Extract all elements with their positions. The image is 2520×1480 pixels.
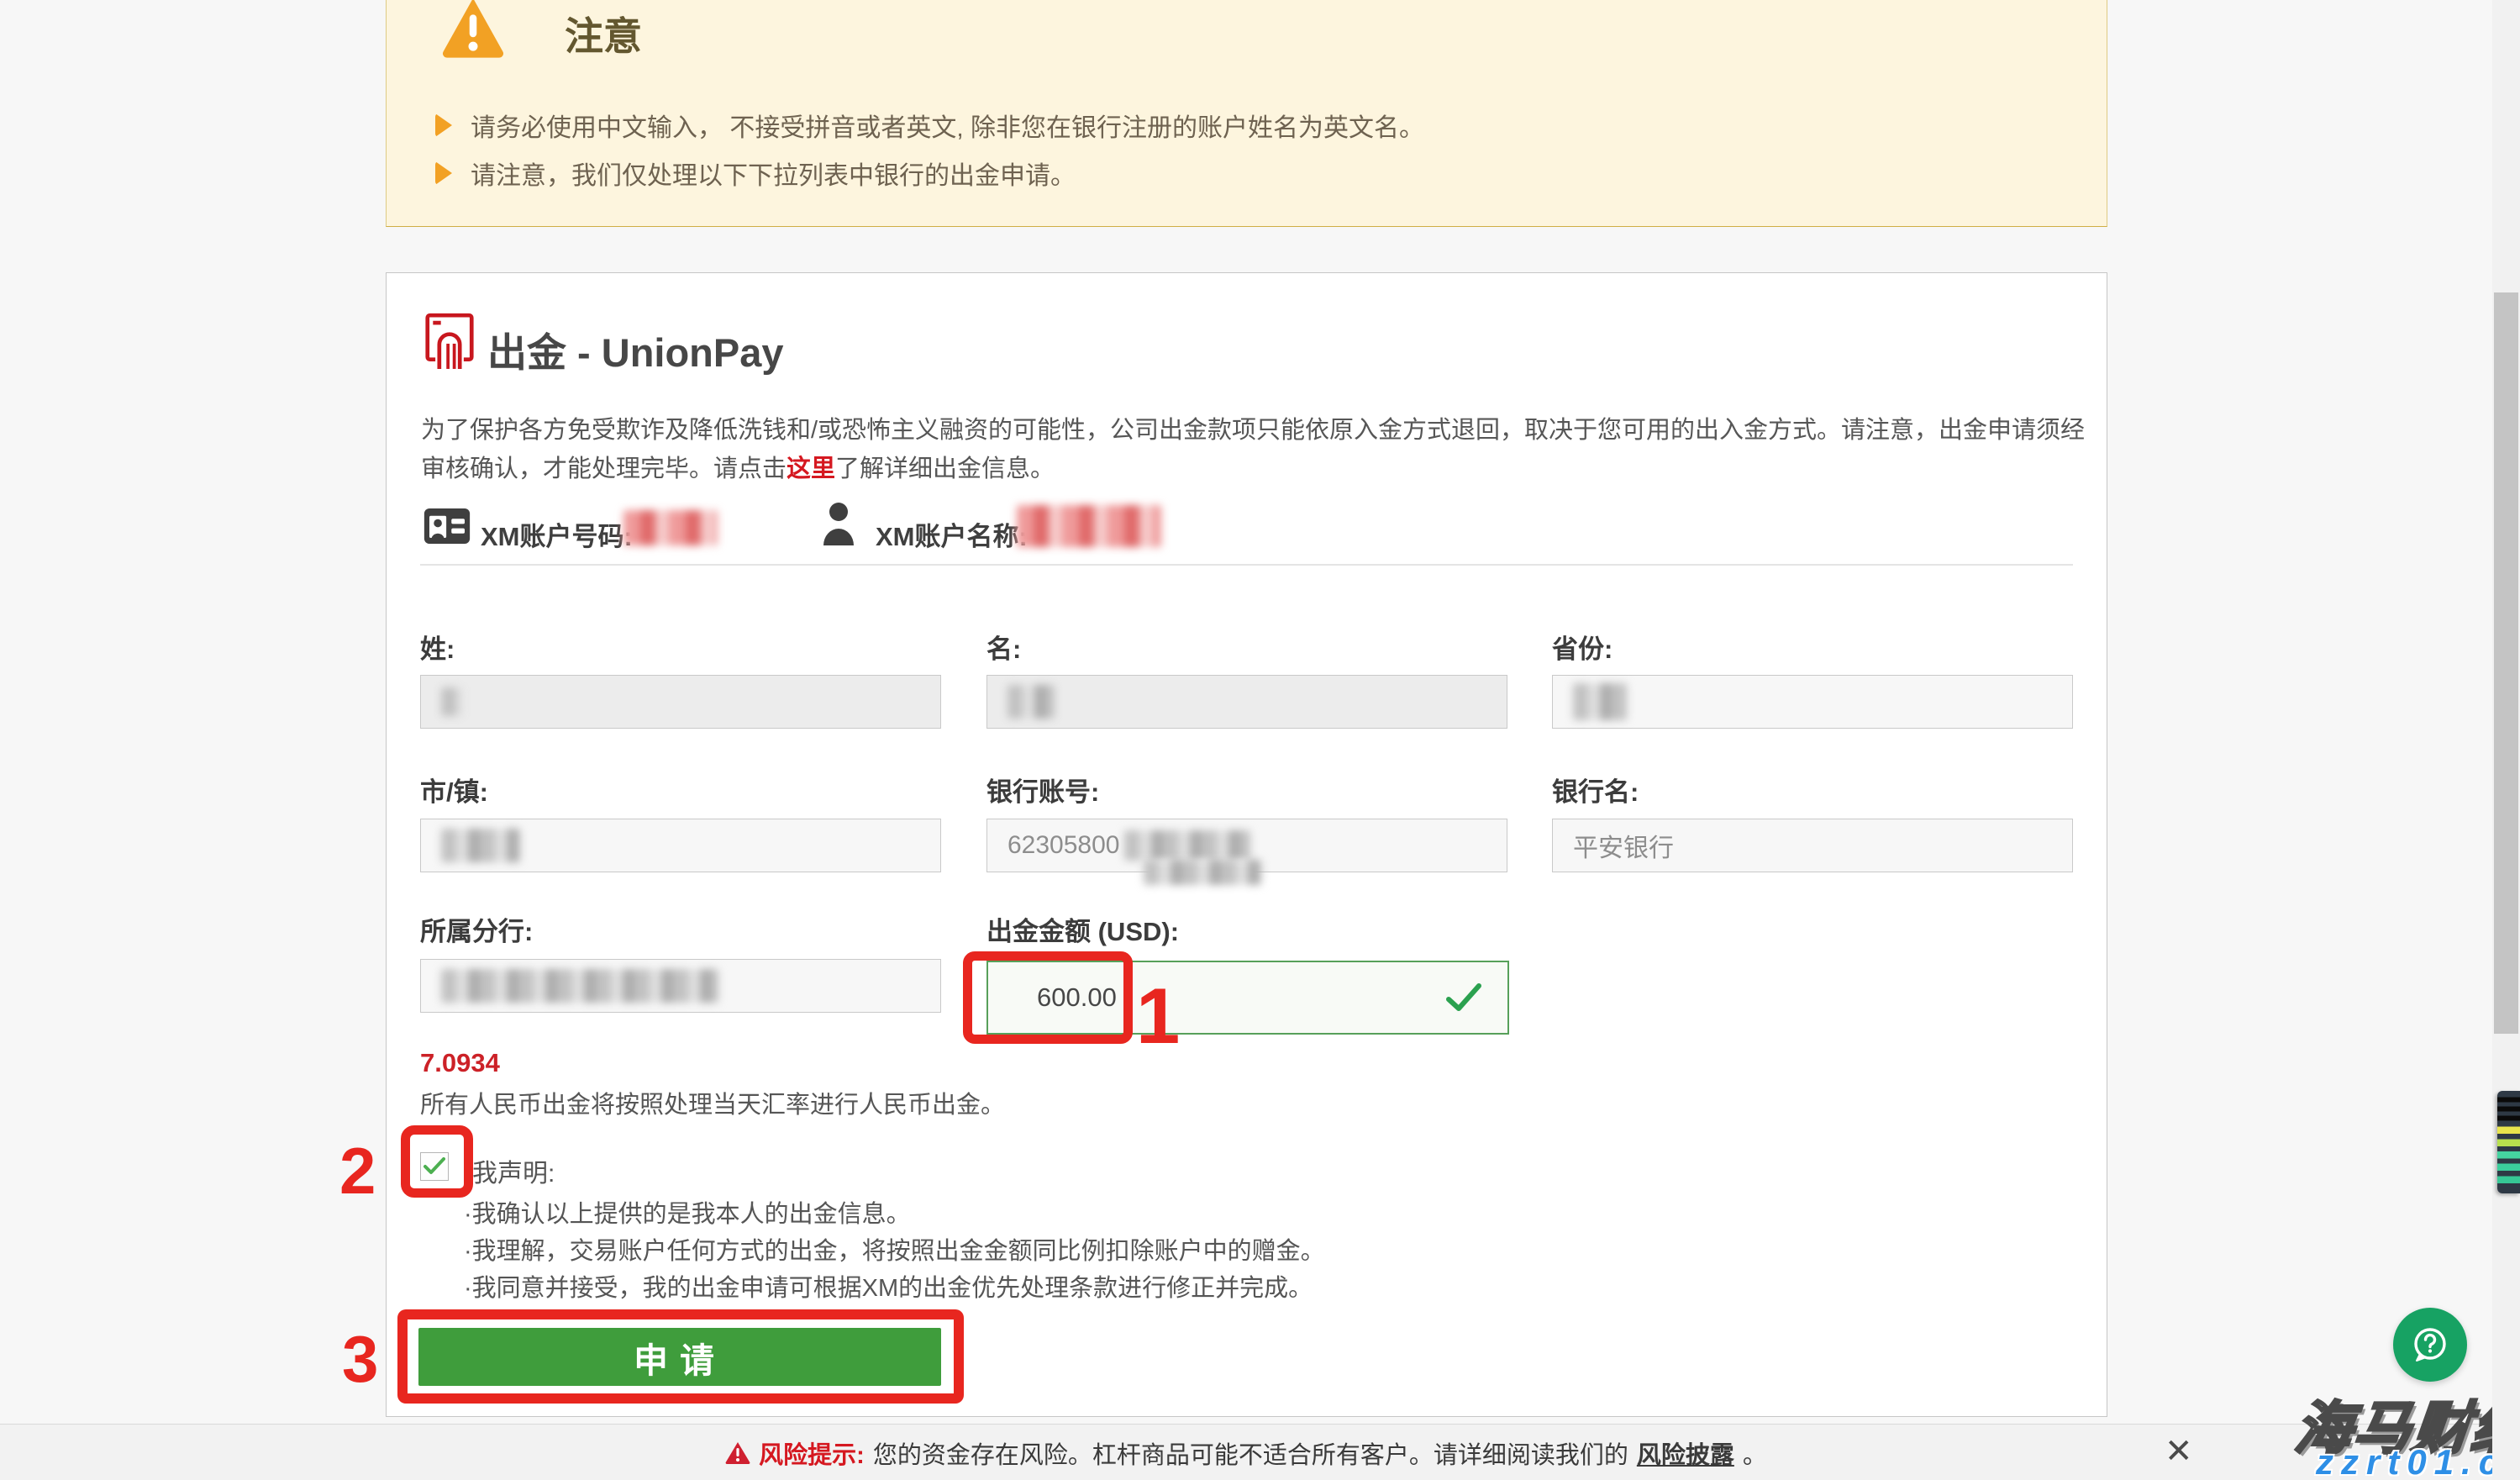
branch-redacted: [441, 969, 718, 1003]
first-name-field[interactable]: [986, 675, 1507, 729]
page-title: 出金 - UnionPay: [487, 320, 784, 378]
risk-bar-close-icon[interactable]: ✕: [2165, 1430, 2193, 1472]
account-name-redacted: [1017, 505, 1161, 547]
city-label: 市/镇:: [420, 771, 488, 808]
help-bubble-icon: [2408, 1323, 2452, 1367]
scrollbar-thumb[interactable]: [2494, 292, 2518, 1034]
annotation-number-1: 1: [1136, 977, 1180, 1056]
risk-suffix: 。: [1743, 1435, 1767, 1471]
city-redacted: [441, 829, 520, 862]
id-card-icon: [424, 507, 471, 545]
notice-box: 注意 请务必使用中文输入， 不接受拼音或者英文, 除非您在银行注册的账户姓名为英…: [386, 0, 2107, 227]
warning-triangle-icon: [440, 0, 506, 60]
risk-disclosure-link[interactable]: 风险披露: [1637, 1435, 1734, 1471]
notice-item: 请注意，我们仅处理以下下拉列表中银行的出金申请。: [435, 156, 1076, 190]
branch-label: 所属分行:: [420, 910, 533, 948]
annotation-box-amount: [963, 951, 1133, 1044]
divider: [420, 564, 2073, 566]
annotation-number-2: 2: [339, 1138, 376, 1203]
bank-name-field[interactable]: 平安银行: [1552, 819, 2073, 872]
account-name-label: XM账户名称:: [876, 515, 1028, 553]
details-link[interactable]: 这里: [787, 456, 835, 482]
bank-account-visible-digits: 62305800: [1007, 831, 1119, 860]
risk-text: 您的资金存在风险。杠杆商品可能不适合所有客户。请详细阅读我们的: [873, 1435, 1628, 1471]
last-name-redacted: [441, 687, 463, 716]
declaration-item: ·我理解，交易账户任何方式的出金，将按照出金金额同比例扣除账户中的赠金。: [464, 1231, 1325, 1267]
withdrawal-description: 为了保护各方免受欺诈及降低洗钱和/或恐怖主义融资的可能性，公司出金款项只能依原入…: [421, 411, 2106, 488]
bank-name-value: 平安银行: [1573, 827, 1674, 864]
exchange-rate-note: 所有人民币出金将按照处理当天汇率进行人民币出金。: [420, 1085, 1005, 1120]
help-button[interactable]: [2393, 1308, 2467, 1382]
watermark-url: zzrt01.cn: [2316, 1442, 2520, 1480]
valid-check-icon: [1445, 982, 1482, 1013]
province-field[interactable]: [1552, 675, 2073, 729]
bank-account-field[interactable]: 62305800: [986, 819, 1507, 872]
exchange-rate-value: 7.0934: [420, 1048, 500, 1078]
notice-item-text: 请务必使用中文输入， 不接受拼音或者英文, 除非您在银行注册的账户姓名为英文名。: [471, 107, 1424, 144]
bank-account-redacted-line2: [1144, 860, 1261, 885]
annotation-number-3: 3: [342, 1326, 378, 1392]
notice-item-text: 请注意，我们仅处理以下下拉列表中银行的出金申请。: [471, 155, 1076, 192]
account-number-label: XM账户号码:: [481, 515, 633, 553]
province-redacted: [1573, 683, 1627, 720]
browser-side-widget[interactable]: [2497, 1091, 2520, 1193]
first-name-label: 名:: [986, 628, 1021, 666]
province-label: 省份:: [1552, 628, 1612, 666]
last-name-field[interactable]: [420, 675, 941, 729]
notice-item: 请务必使用中文输入， 不接受拼音或者英文, 除非您在银行注册的账户姓名为英文名。: [435, 108, 1424, 142]
description-text: 为了保护各方免受欺诈及降低洗钱和/或恐怖主义融资的可能性，公司出金款项只能依原入…: [421, 417, 2085, 482]
bullet-arrow-icon: [435, 161, 452, 185]
notice-title: 注意: [565, 6, 642, 61]
bank-account-redacted: [1124, 830, 1250, 861]
withdrawal-page: 注意 请务必使用中文输入， 不接受拼音或者英文, 除非您在银行注册的账户姓名为英…: [0, 0, 2520, 1480]
annotation-box-checkbox: [401, 1125, 473, 1198]
amount-label: 出金金额 (USD):: [986, 910, 1179, 948]
bank-name-label: 银行名:: [1552, 771, 1639, 808]
city-field[interactable]: [420, 819, 941, 872]
branch-field[interactable]: [420, 959, 941, 1013]
risk-warning-bar: 风险提示: 您的资金存在风险。杠杆商品可能不适合所有客户。请详细阅读我们的风险披…: [0, 1424, 2492, 1480]
bullet-arrow-icon: [435, 113, 452, 137]
bank-account-label: 银行账号:: [986, 771, 1099, 808]
declaration-item: ·我确认以上提供的是我本人的出金信息。: [464, 1194, 911, 1230]
risk-prefix: 风险提示:: [759, 1435, 865, 1471]
annotation-box-apply: [397, 1309, 964, 1404]
description-text: 了解详细出金信息。: [835, 456, 1055, 482]
last-name-label: 姓:: [420, 628, 455, 666]
withdrawal-bank-icon: [424, 310, 475, 376]
declaration-title: 我声明:: [472, 1152, 555, 1189]
account-number-redacted: [623, 510, 718, 545]
withdrawal-card: 出金 - UnionPay 为了保护各方免受欺诈及降低洗钱和/或恐怖主义融资的可…: [386, 272, 2107, 1417]
declaration-item: ·我同意并接受，我的出金申请可根据XM的出金优先处理条款进行修正并完成。: [464, 1268, 1313, 1304]
risk-warning-icon: [725, 1441, 750, 1464]
person-icon: [822, 502, 855, 545]
first-name-redacted: [1007, 685, 1055, 719]
